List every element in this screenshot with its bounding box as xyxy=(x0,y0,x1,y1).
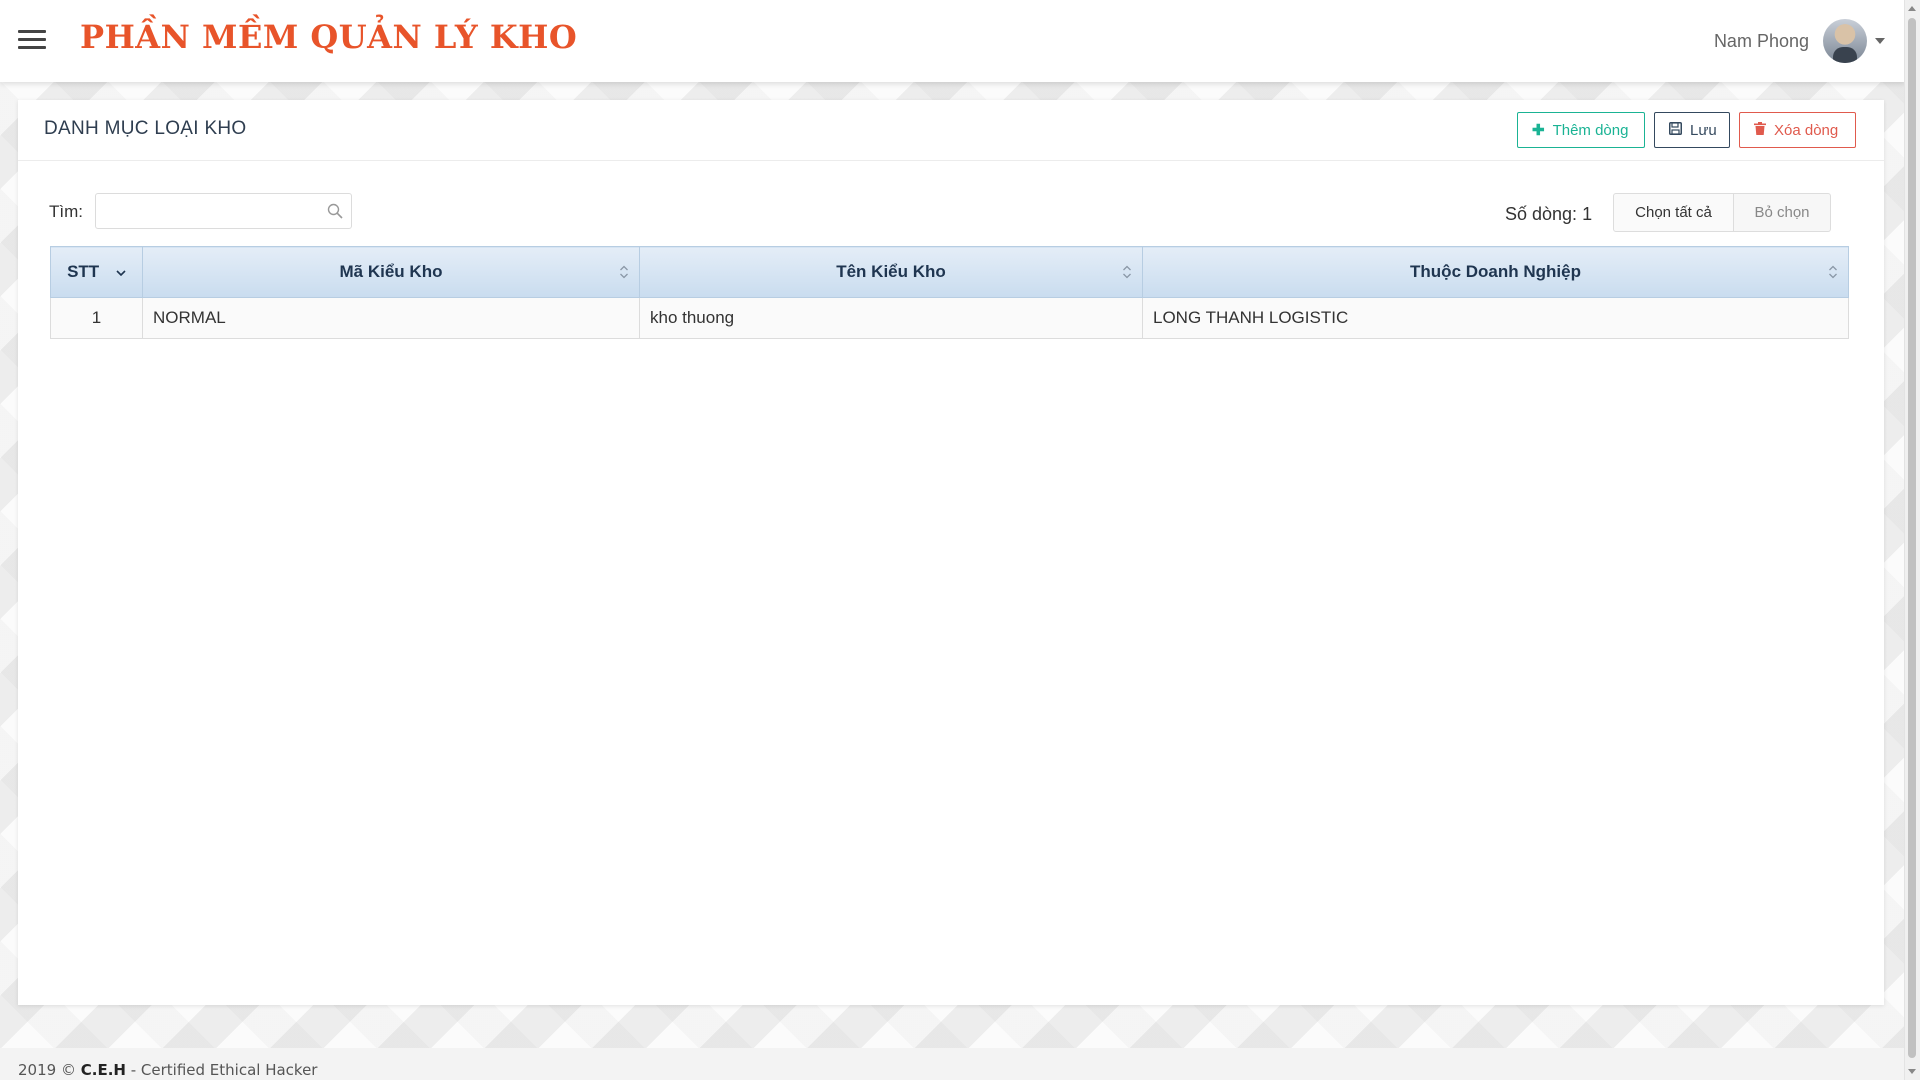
save-label: Lưu xyxy=(1690,121,1717,139)
page-title: DANH MỤC LOẠI KHO xyxy=(44,118,247,139)
column-header-label: Mã Kiểu Kho xyxy=(339,262,443,281)
column-header-ten-kieu-kho[interactable]: Tên Kiểu Kho xyxy=(639,246,1143,298)
column-header-stt[interactable]: STT xyxy=(50,246,143,298)
scroll-down-icon[interactable] xyxy=(1908,1069,1916,1074)
sort-icon[interactable] xyxy=(1828,264,1838,280)
column-header-label: STT xyxy=(67,262,100,281)
search-label: Tìm: xyxy=(49,202,83,221)
user-menu[interactable]: Nam Phong xyxy=(1714,18,1885,64)
panel-header: DANH MỤC LOẠI KHO ✚ Thêm dòng Lưu Xóa dò… xyxy=(18,100,1884,161)
table-cell[interactable]: NORMAL xyxy=(142,297,640,339)
add-row-button[interactable]: ✚ Thêm dòng xyxy=(1517,112,1645,148)
selection-button-group: Chọn tất cả Bỏ chọn xyxy=(1613,193,1831,232)
sort-desc-icon[interactable] xyxy=(116,269,126,276)
search-field[interactable] xyxy=(95,193,352,229)
column-header-thuoc-doanh-nghiep[interactable]: Thuộc Doanh Nghiệp xyxy=(1142,246,1849,298)
top-navbar: PHẦN MỀM QUẢN LÝ KHO Nam Phong xyxy=(0,0,1905,82)
footer-text: - Certified Ethical Hacker xyxy=(125,1061,318,1079)
delete-row-button[interactable]: Xóa dòng xyxy=(1739,112,1856,148)
column-header-ma-kieu-kho[interactable]: Mã Kiểu Kho xyxy=(142,246,640,298)
select-all-button[interactable]: Chọn tất cả xyxy=(1613,193,1734,232)
data-table: STT Mã Kiểu Kho Tên Kiểu Kho Thuộc Doanh… xyxy=(50,246,1849,339)
footer-year: 2019 © xyxy=(18,1061,76,1079)
table-header-row: STT Mã Kiểu Kho Tên Kiểu Kho Thuộc Doanh… xyxy=(50,246,1849,298)
table-row[interactable]: 1 NORMAL kho thuong LONG THANH LOGISTIC xyxy=(50,297,1849,339)
table-cell[interactable]: LONG THANH LOGISTIC xyxy=(1142,297,1849,339)
add-row-label: Thêm dòng xyxy=(1552,121,1629,139)
scroll-up-icon[interactable] xyxy=(1908,6,1916,11)
vertical-scrollbar[interactable] xyxy=(1904,0,1920,1080)
table-cell[interactable]: kho thuong xyxy=(639,297,1143,339)
chevron-down-icon[interactable] xyxy=(1875,38,1885,44)
avatar[interactable] xyxy=(1823,19,1867,63)
sort-icon[interactable] xyxy=(619,264,629,280)
sort-icon[interactable] xyxy=(1122,264,1132,280)
table-cell[interactable]: 1 xyxy=(50,297,143,339)
search-icon[interactable] xyxy=(327,203,343,219)
column-header-label: Tên Kiểu Kho xyxy=(836,262,946,281)
search-input[interactable] xyxy=(96,194,327,228)
deselect-button[interactable]: Bỏ chọn xyxy=(1734,193,1831,232)
app-title: PHẦN MỀM QUẢN LÝ KHO xyxy=(80,18,578,56)
floppy-disk-icon xyxy=(1669,121,1682,139)
footer: 2019 © C.E.H - Certified Ethical Hacker xyxy=(18,1061,317,1079)
delete-row-label: Xóa dòng xyxy=(1774,121,1839,139)
footer-brand[interactable]: C.E.H xyxy=(81,1061,126,1079)
column-header-label: Thuộc Doanh Nghiệp xyxy=(1410,262,1581,281)
content-panel: DANH MỤC LOẠI KHO ✚ Thêm dòng Lưu Xóa dò… xyxy=(18,100,1884,1005)
row-count: Số dòng: 1 xyxy=(1505,204,1593,224)
plus-icon: ✚ xyxy=(1532,122,1545,139)
scrollbar-thumb[interactable] xyxy=(1908,18,1916,1058)
user-name: Nam Phong xyxy=(1713,30,1809,51)
trash-icon xyxy=(1754,121,1766,139)
hamburger-menu-icon[interactable] xyxy=(18,30,46,52)
save-button[interactable]: Lưu xyxy=(1654,112,1730,148)
